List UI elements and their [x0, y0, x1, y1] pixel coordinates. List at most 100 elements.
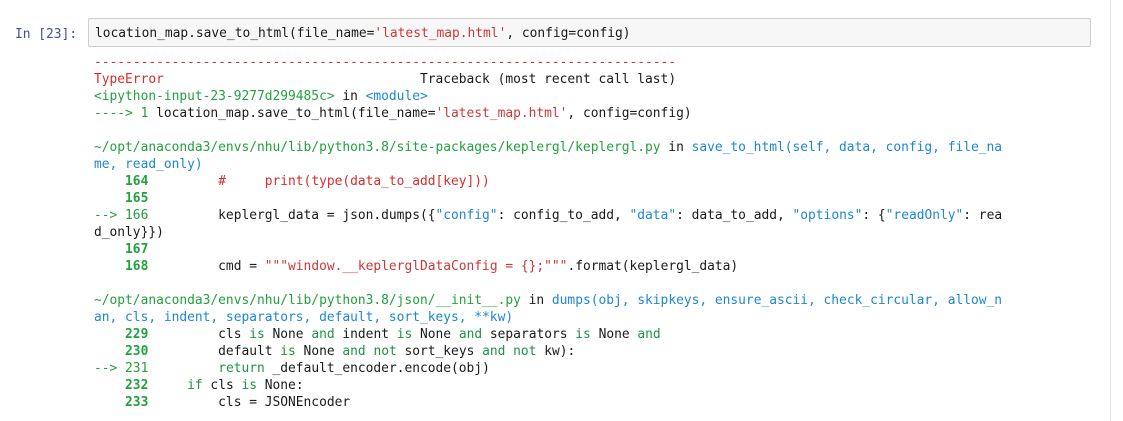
traceback-token: ----------------------------------------…: [94, 55, 677, 70]
traceback-token: sort_keys: [396, 344, 483, 359]
code-input-line[interactable]: location_map.save_to_html(file_name='lat…: [95, 25, 631, 42]
traceback-token: 165: [94, 191, 149, 206]
traceback-line: 165: [94, 190, 1094, 207]
traceback-token: cls = JSONEncoder: [148, 395, 351, 410]
traceback-token: is: [280, 344, 296, 359]
traceback-token: None: [590, 327, 638, 342]
vertical-scrollbar[interactable]: [1110, 0, 1123, 421]
traceback-token: 229: [94, 327, 149, 342]
traceback-token: [148, 378, 187, 393]
traceback-token: --> 166: [94, 208, 149, 223]
traceback-token: , config=config): [567, 106, 692, 121]
traceback-token: 232: [94, 378, 149, 393]
traceback-token: "config": [435, 208, 498, 223]
traceback-line: ----------------------------------------…: [94, 54, 1094, 71]
traceback-line: 167: [94, 241, 1094, 258]
traceback-token: d_only}}): [94, 225, 164, 240]
traceback-line: me, read_only): [94, 156, 1094, 173]
traceback-token: is: [241, 378, 258, 393]
traceback-line: 232 if cls is None:: [94, 377, 1094, 394]
traceback-token: : {: [862, 208, 886, 223]
traceback-token: None:: [257, 378, 304, 393]
traceback-token: 168: [94, 259, 149, 274]
code-token: 'latest_map.html': [374, 26, 507, 41]
traceback-token: 167: [94, 242, 149, 257]
traceback-token: <module>: [365, 89, 428, 104]
traceback-token: "options": [792, 208, 863, 223]
traceback-line: <ipython-input-23-9277d299485c> in <modu…: [94, 88, 1094, 105]
traceback-token: and: [458, 327, 483, 342]
traceback-token: cls: [148, 327, 250, 342]
traceback-token: [148, 361, 218, 376]
traceback-token: dumps(obj, skipkeys, ensure_ascii, check…: [551, 293, 1003, 308]
traceback-line: --> 166 keplergl_data = json.dumps({"con…: [94, 207, 1094, 224]
traceback-token: is: [396, 327, 413, 342]
traceback-token: and: [637, 327, 661, 342]
traceback-line: ----> 1 location_map.save_to_html(file_n…: [94, 105, 1094, 122]
traceback-token: is: [575, 327, 591, 342]
traceback-line: 168 cmd = """window.__keplerglDataConfig…: [94, 258, 1094, 275]
traceback-token: cls: [202, 378, 242, 393]
traceback-token: "data": [629, 208, 677, 223]
traceback-token: TypeError: [94, 72, 164, 87]
traceback-token: .format(keplergl_data): [567, 259, 739, 274]
traceback-token: None: [412, 327, 459, 342]
traceback-token: : rea: [963, 208, 1003, 223]
traceback-token: "readOnly": [885, 208, 964, 223]
traceback-token: not: [373, 344, 397, 359]
traceback-line: --> 231 return _default_encoder.encode(o…: [94, 360, 1094, 377]
traceback-line: ~/opt/anaconda3/envs/nhu/lib/python3.8/j…: [94, 292, 1094, 309]
traceback-line: 229 cls is None and indent is None and s…: [94, 326, 1094, 343]
code-input-cell[interactable]: location_map.save_to_html(file_name='lat…: [88, 18, 1091, 47]
code-token: location_map.save_to_html(file_name=: [95, 26, 375, 41]
traceback-token: Traceback (most recent call last): [163, 72, 677, 87]
code-token: , config=config): [506, 26, 631, 41]
traceback-token: None: [295, 344, 343, 359]
traceback-token: 230: [94, 344, 149, 359]
traceback-token: indent: [334, 327, 397, 342]
traceback-line: an, cls, indent, separators, default, so…: [94, 309, 1094, 326]
traceback-token: _default_encoder.encode(obj): [264, 361, 490, 376]
traceback-token: return: [218, 361, 265, 376]
traceback-token: ~/opt/anaconda3/envs/nhu/lib/python3.8/s…: [94, 140, 661, 155]
traceback-token: 233: [94, 395, 149, 410]
traceback-token: : data_to_add,: [676, 208, 793, 223]
traceback-token: None: [264, 327, 312, 342]
traceback-line: 230 default is None and not sort_keys an…: [94, 343, 1094, 360]
traceback-output: ----------------------------------------…: [94, 54, 1094, 411]
traceback-line: 233 cls = JSONEncoder: [94, 394, 1094, 411]
traceback-token: 164: [94, 174, 149, 189]
traceback-token: """window.__keplerglDataConfig = {};""": [264, 259, 568, 274]
traceback-token: in: [660, 140, 692, 155]
traceback-token: save_to_html(self, data, config, file_na: [691, 140, 1003, 155]
traceback-line: TypeError Traceback (most recent call la…: [94, 71, 1094, 88]
traceback-token: # print(type(data_to_add[key])): [218, 174, 490, 189]
traceback-token: keplergl_data = json.dumps({: [148, 208, 436, 223]
traceback-token: if: [187, 378, 203, 393]
traceback-token: : config_to_add,: [497, 208, 630, 223]
traceback-line: d_only}}): [94, 224, 1094, 241]
traceback-token: separators: [482, 327, 576, 342]
cell-prompt: In [23]:: [15, 27, 78, 42]
traceback-token: --> 231: [94, 361, 149, 376]
traceback-token: 'latest_map.html': [435, 106, 568, 121]
traceback-token: and: [342, 344, 366, 359]
traceback-token: [148, 174, 218, 189]
traceback-token: and: [311, 327, 335, 342]
traceback-token: me, read_only): [94, 157, 203, 172]
traceback-token: <ipython-input-23-9277d299485c>: [94, 89, 335, 104]
traceback-token: kw):: [536, 344, 576, 359]
traceback-token: location_map.save_to_html(file_name=: [148, 106, 436, 121]
traceback-token: an, cls, indent, separators, default, so…: [94, 310, 514, 325]
traceback-token: in: [334, 89, 366, 104]
traceback-line: ~/opt/anaconda3/envs/nhu/lib/python3.8/s…: [94, 139, 1094, 156]
traceback-token: in: [520, 293, 552, 308]
traceback-token: cmd =: [148, 259, 265, 274]
traceback-token: ~/opt/anaconda3/envs/nhu/lib/python3.8/j…: [94, 293, 521, 308]
traceback-token: is: [249, 327, 265, 342]
traceback-token: [505, 344, 513, 359]
traceback-token: default: [148, 344, 281, 359]
traceback-token: not: [513, 344, 537, 359]
